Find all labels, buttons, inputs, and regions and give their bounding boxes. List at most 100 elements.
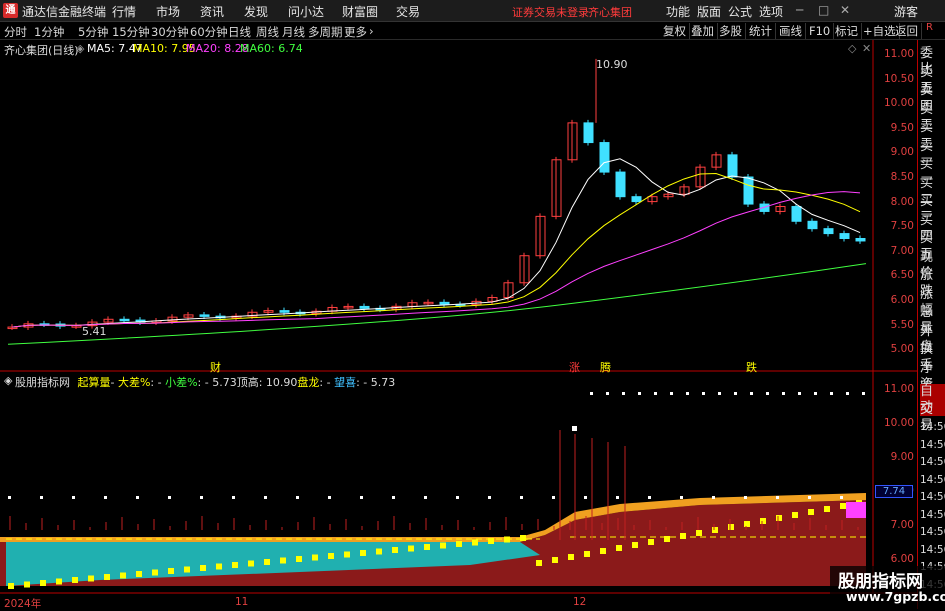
indicator-white-dot [798, 392, 801, 395]
indicator-yellow-block [120, 572, 126, 579]
date-label-12: 12 [573, 596, 587, 608]
indicator-white-dot [456, 496, 459, 499]
indicator-white-dot [638, 392, 641, 395]
indicator-yellow-block [408, 545, 414, 552]
indicator-legend-item: 大差% [117, 376, 151, 389]
side-panel-tick-item[interactable]: 14:56 [920, 472, 945, 488]
ma60-line [7, 263, 867, 345]
indicator-white-dot [40, 496, 43, 499]
side-panel-tick-item[interactable]: 14:56 [920, 454, 945, 470]
indicator-peak-marker [572, 426, 577, 431]
main-y-tick: 5.50 [890, 318, 914, 331]
candle-body [727, 154, 738, 178]
indicator-white-dot [654, 392, 657, 395]
indicator-yellow-block [584, 551, 590, 557]
indicator-white-dot [622, 392, 625, 395]
indicator-white-dot [424, 496, 427, 499]
indicator-settings-icon[interactable]: ◈ [4, 374, 12, 387]
indicator-white-dot [168, 496, 171, 499]
side-panel-tick-item[interactable]: 14:56 [920, 507, 945, 523]
indicator-white-dot [8, 496, 11, 499]
indicator-white-dot [712, 496, 715, 499]
side-panel-tick-item[interactable]: 14:56 [920, 542, 945, 558]
candle-body [599, 142, 610, 173]
indicator-white-dot [606, 392, 609, 395]
main-y-tick: 10.50 [883, 72, 914, 85]
indicator-yellow-block [664, 536, 670, 542]
indicator-white-dot [264, 496, 267, 499]
indicator-yellow-block [840, 503, 846, 509]
ma-line [11, 158, 861, 328]
indicator-yellow-block [536, 560, 542, 566]
side-panel-tick-item[interactable]: 14:56 [920, 437, 945, 453]
close-icon[interactable]: ✕ [862, 42, 871, 55]
indicator-yellow-block [760, 518, 766, 524]
indicator-white-dot [744, 496, 747, 499]
ma-line [11, 191, 861, 328]
indicator-yellow-block [280, 557, 286, 564]
indicator-yellow-block [264, 559, 270, 565]
main-y-tick: 7.50 [890, 220, 914, 233]
candle-body [359, 305, 370, 309]
indicator-legend-item: 起算量 [77, 376, 111, 389]
main-y-tick: 9.50 [890, 121, 914, 134]
indicator-yellow-block [392, 547, 398, 553]
indicator-legend-item: - [110, 376, 118, 389]
candle-body [791, 206, 802, 222]
indicator-white-dot [296, 496, 299, 499]
side-panel-tick-item[interactable]: 14:56 [920, 419, 945, 435]
candle-body [615, 171, 626, 198]
indicator-yellow-block [344, 551, 350, 558]
indicator-yellow-block [456, 541, 462, 547]
side-panel-tick-item[interactable]: 14:56 [920, 489, 945, 505]
candle-body [439, 301, 450, 305]
indicator-y-tick: 6.00 [890, 553, 914, 565]
indicator-y-tick: 11.00 [883, 383, 914, 395]
indicator-yellow-block [104, 574, 110, 580]
indicator-title: 股朋指标网 [15, 376, 70, 389]
chart-settings-icon[interactable]: ◈ [76, 42, 84, 55]
indicator-yellow-block [360, 550, 366, 556]
main-y-tick: 6.50 [890, 269, 914, 282]
indicator-white-dot [782, 392, 785, 395]
indicator-yellow-block [184, 566, 190, 573]
main-y-tick: 7.00 [890, 244, 914, 257]
candle-body [823, 228, 834, 235]
main-y-tick: 11.00 [883, 48, 914, 60]
indicator-yellow-block [792, 512, 798, 518]
indicator-yellow-block [88, 575, 94, 582]
chart-canvas[interactable] [0, 0, 945, 609]
main-y-tick: 5.00 [890, 343, 914, 356]
indicator-white-dot [766, 392, 769, 395]
main-y-tick: 10.00 [883, 97, 914, 110]
indicator-yellow-block [504, 536, 510, 543]
indicator-yellow-block [136, 571, 142, 577]
indicator-yellow-block [296, 556, 302, 562]
indicator-white-dot [488, 496, 491, 499]
indicator-yellow-block [472, 539, 478, 546]
candle-body [855, 238, 866, 242]
candle-body [199, 314, 210, 317]
indicator-y-tick: 9.00 [890, 451, 914, 463]
indicator-white-dot [734, 392, 737, 395]
indicator-yellow-block [808, 509, 814, 515]
indicator-white-dot [72, 496, 75, 499]
diamond-icon[interactable]: ◇ [848, 42, 856, 55]
candle-body [119, 318, 130, 322]
indicator-y-tick: 7.00 [890, 519, 914, 531]
indicator-white-dot [846, 392, 849, 395]
indicator-white-dot [702, 392, 705, 395]
panel-r-label[interactable]: R [926, 22, 933, 33]
indicator-yellow-block [600, 548, 606, 554]
side-panel-tick-item[interactable]: 14:56 [920, 524, 945, 540]
indicator-yellow-block [232, 562, 238, 568]
indicator-white-dot [200, 496, 203, 499]
indicator-yellow-block [712, 527, 718, 533]
candle-body [743, 176, 754, 205]
low-price-label: 5.41 [82, 325, 107, 338]
indicator-yellow-block [440, 542, 446, 549]
indicator-yellow-block [248, 560, 254, 567]
indicator-yellow-block [696, 530, 702, 536]
indicator-yellow-block [200, 565, 206, 571]
indicator-legend-item: 盘龙 [297, 376, 320, 389]
